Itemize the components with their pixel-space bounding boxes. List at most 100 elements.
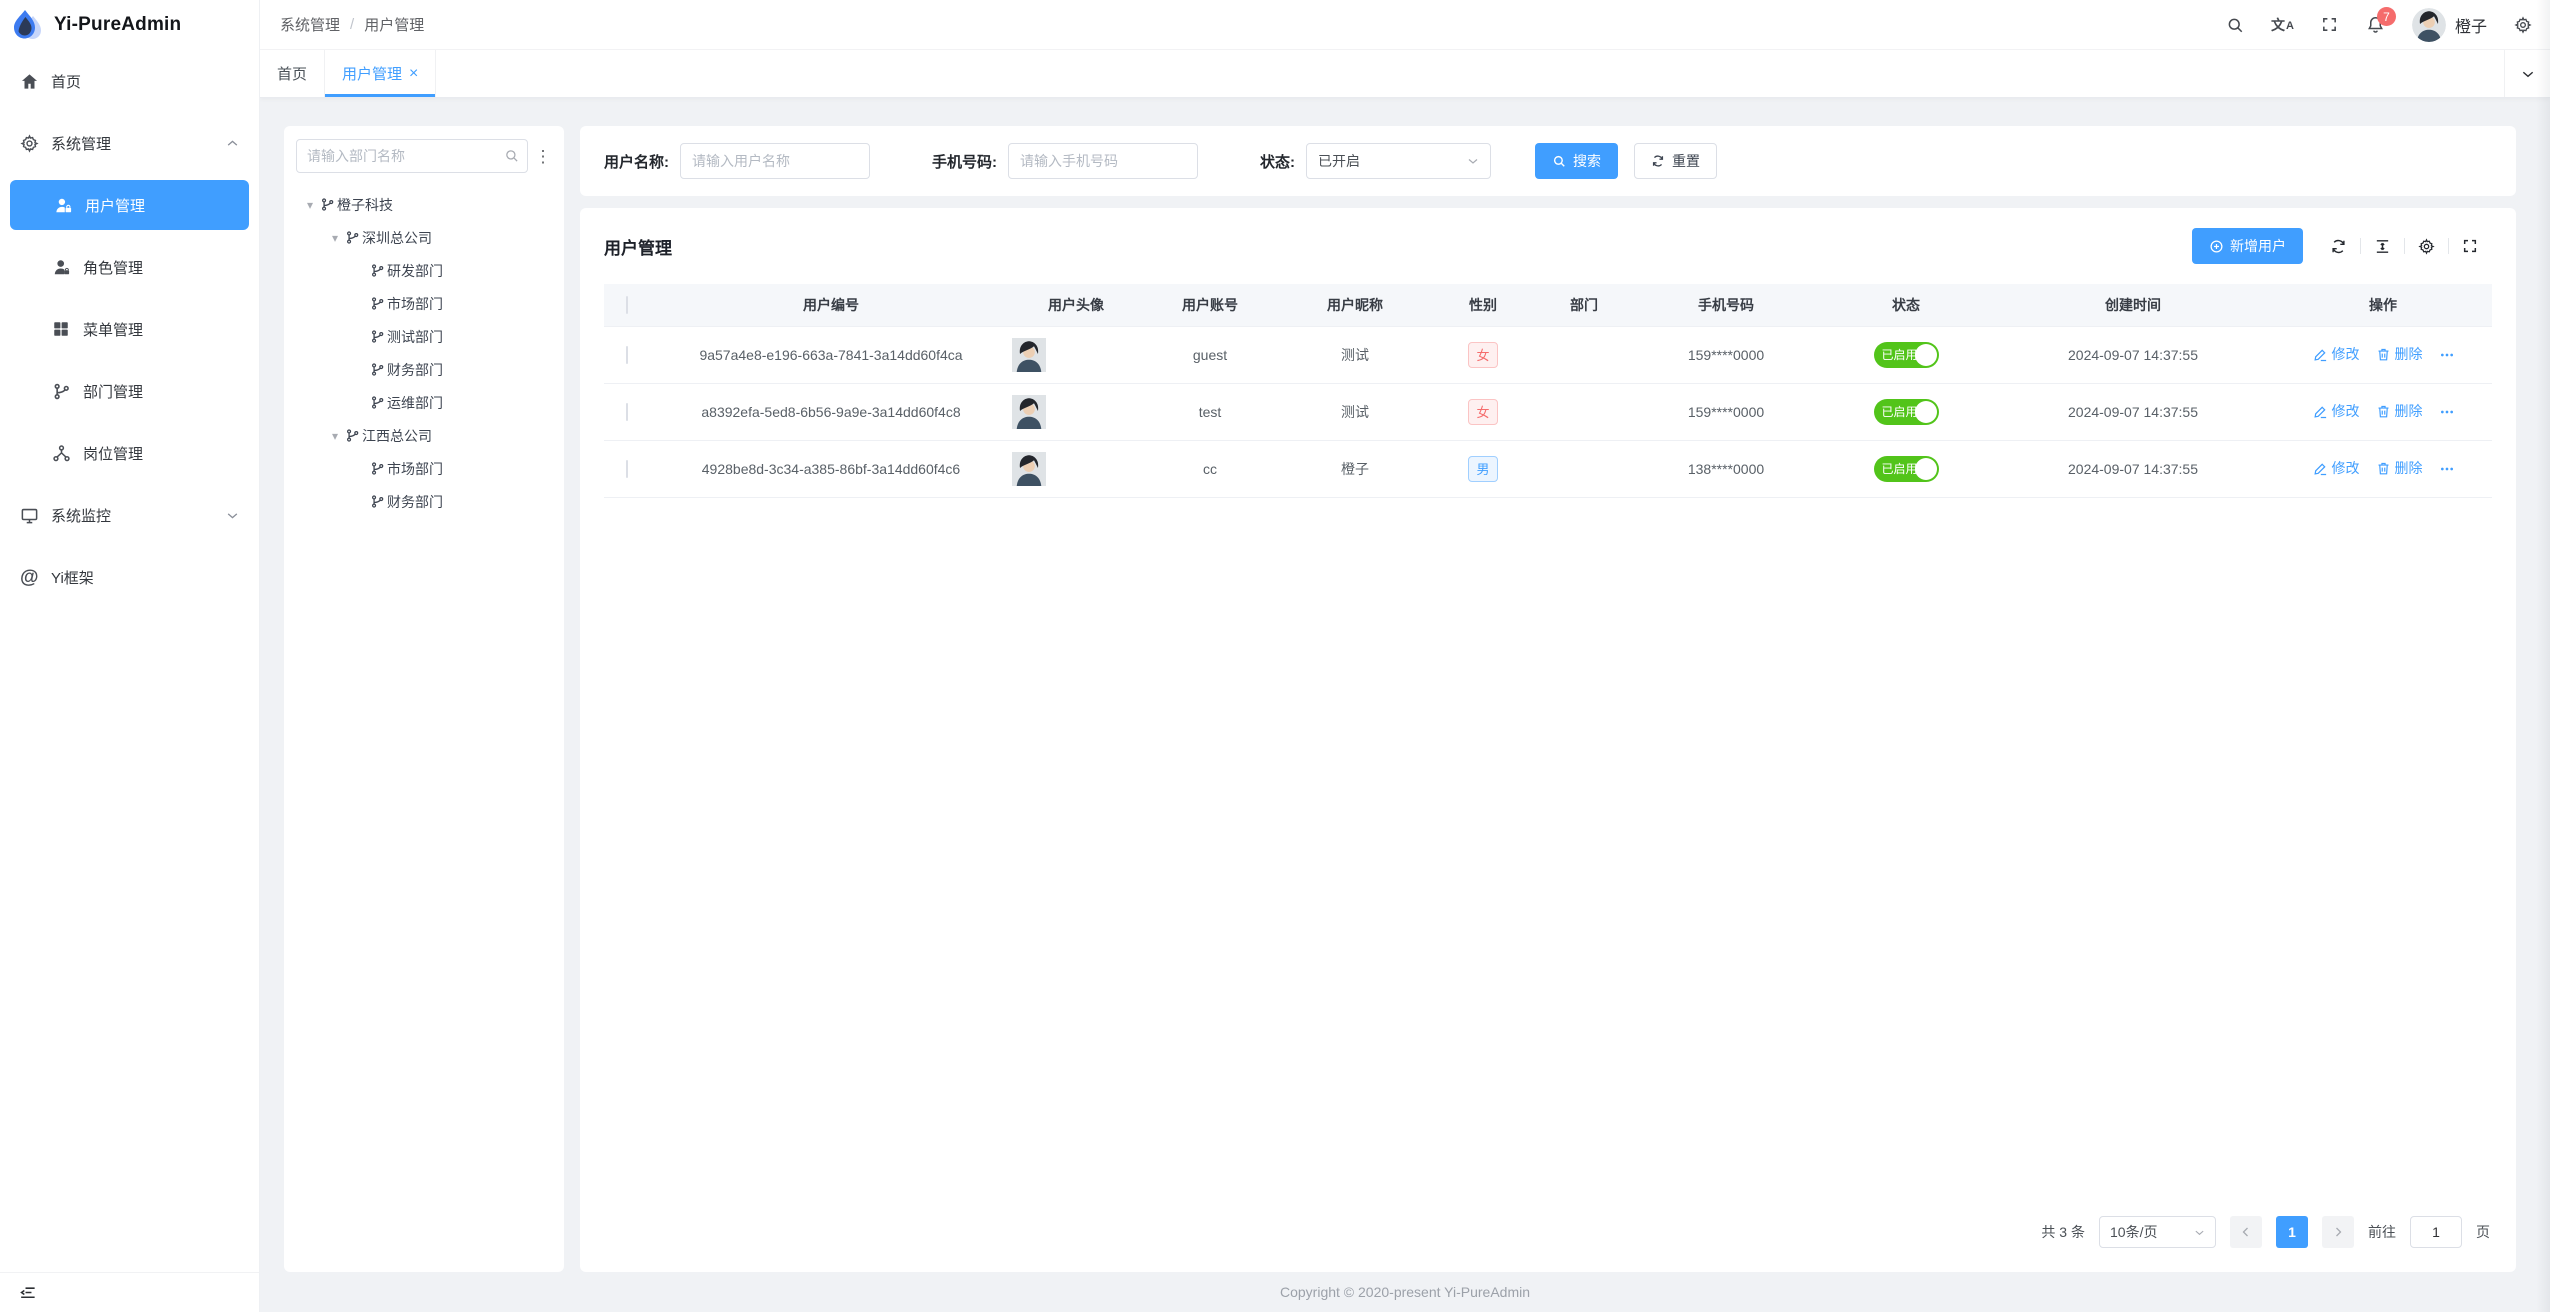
settings-gear-icon[interactable]: [2514, 16, 2532, 34]
delete-button[interactable]: 删除: [2376, 458, 2423, 478]
username-filter-label: 用户名称:: [604, 151, 669, 172]
edit-icon: [2313, 461, 2328, 476]
edit-button[interactable]: 修改: [2313, 344, 2360, 364]
department-tree: ▾橙子科技▾深圳总公司研发部门市场部门测试部门财务部门运维部门▾江西总公司市场部…: [296, 188, 552, 518]
cell-actions: 修改删除: [2274, 383, 2492, 440]
status-toggle[interactable]: 已启用: [1874, 342, 1939, 368]
sidebar-item-yi-framework[interactable]: @ Yi框架: [0, 546, 259, 608]
tree-node[interactable]: 财务部门: [296, 353, 552, 386]
caret-down-icon[interactable]: ▾: [300, 198, 320, 212]
tree-node[interactable]: 测试部门: [296, 320, 552, 353]
next-page-button[interactable]: [2322, 1216, 2354, 1248]
edit-button[interactable]: 修改: [2313, 458, 2360, 478]
caret-down-icon[interactable]: ▾: [325, 429, 345, 443]
translate-icon[interactable]: 文A: [2271, 18, 2294, 32]
prev-page-button[interactable]: [2230, 1216, 2262, 1248]
status-filter-select[interactable]: 已开启: [1306, 143, 1491, 179]
cell-phone: 159****0000: [1632, 326, 1820, 383]
logo-row[interactable]: Yi-PureAdmin: [0, 0, 259, 50]
sidebar-item-system[interactable]: 系统管理: [0, 112, 259, 174]
row-checkbox[interactable]: [626, 346, 628, 364]
tree-node[interactable]: 市场部门: [296, 287, 552, 320]
column-header-selection: [604, 284, 650, 326]
sidebar-item-role-mgmt[interactable]: 角色管理: [0, 236, 259, 298]
sidebar-item-monitor[interactable]: 系统监控: [0, 484, 259, 546]
fullscreen-icon[interactable]: [2321, 16, 2339, 34]
status-toggle[interactable]: 已启用: [1874, 399, 1939, 425]
tree-node[interactable]: 运维部门: [296, 386, 552, 419]
cell-account: cc: [1140, 440, 1280, 497]
cell-status: 已启用: [1820, 440, 1992, 497]
tree-node[interactable]: ▾江西总公司: [296, 419, 552, 452]
tree-node[interactable]: 市场部门: [296, 452, 552, 485]
select-all-checkbox[interactable]: [626, 296, 628, 314]
sidebar-item-menu-mgmt[interactable]: 菜单管理: [0, 298, 259, 360]
tree-node[interactable]: 研发部门: [296, 254, 552, 287]
status-toggle[interactable]: 已启用: [1874, 456, 1939, 482]
branch-icon: [320, 197, 335, 212]
branch-icon: [370, 494, 385, 509]
more-actions-button[interactable]: [2439, 461, 2454, 476]
sidebar-item-user-mgmt[interactable]: 用户管理: [10, 180, 249, 230]
goto-page-input[interactable]: [2410, 1216, 2462, 1248]
trash-icon: [2376, 461, 2391, 476]
tree-node[interactable]: 财务部门: [296, 485, 552, 518]
row-checkbox[interactable]: [626, 403, 628, 421]
page-size-select[interactable]: 10条/页: [2099, 1216, 2216, 1248]
tree-node[interactable]: ▾深圳总公司: [296, 221, 552, 254]
tab-label: 首页: [277, 63, 307, 84]
ellipsis-icon: [2439, 404, 2454, 419]
kebab-menu-icon[interactable]: ⋮: [534, 148, 552, 165]
more-actions-button[interactable]: [2439, 347, 2454, 362]
fullscreen-icon[interactable]: [2462, 238, 2479, 255]
cell-dept: [1536, 383, 1632, 440]
add-user-button[interactable]: 新增用户: [2192, 228, 2303, 264]
tab-home[interactable]: 首页: [260, 50, 325, 97]
breadcrumb: 系统管理 / 用户管理: [280, 14, 424, 35]
breadcrumb-item[interactable]: 系统管理: [280, 14, 340, 35]
dept-search-input[interactable]: [296, 139, 528, 173]
topbar: 系统管理 / 用户管理 文A 7 橙子: [260, 0, 2550, 50]
notification-badge: 7: [2377, 7, 2396, 26]
reset-button[interactable]: 重置: [1634, 143, 1717, 179]
caret-down-icon[interactable]: ▾: [325, 231, 345, 245]
settings-icon[interactable]: [2418, 238, 2435, 255]
edit-icon: [2313, 404, 2328, 419]
cell-avatar: [1012, 440, 1140, 497]
column-header-created: 创建时间: [1992, 284, 2274, 326]
phone-filter-input[interactable]: [1008, 143, 1198, 179]
goto-label: 前往: [2368, 1222, 2396, 1242]
delete-button[interactable]: 删除: [2376, 401, 2423, 421]
more-actions-button[interactable]: [2439, 404, 2454, 419]
refresh-icon[interactable]: [2330, 238, 2347, 255]
breadcrumb-item: 用户管理: [364, 14, 424, 35]
notifications-button[interactable]: 7: [2366, 15, 2385, 34]
collapse-sidebar-icon[interactable]: [18, 1283, 37, 1302]
main-content: ⋮ ▾橙子科技▾深圳总公司研发部门市场部门测试部门财务部门运维部门▾江西总公司市…: [260, 98, 2550, 1272]
user-table-card: 用户管理 新增用户: [580, 208, 2516, 1272]
cell-selection: [604, 326, 650, 383]
tree-node[interactable]: ▾橙子科技: [296, 188, 552, 221]
user-menu[interactable]: 橙子: [2412, 8, 2487, 42]
column-header-id: 用户编号: [650, 284, 1012, 326]
tab-options-button[interactable]: [2504, 50, 2550, 97]
close-icon[interactable]: ×: [409, 66, 418, 82]
edit-button[interactable]: 修改: [2313, 401, 2360, 421]
cell-created: 2024-09-07 14:37:55: [1992, 440, 2274, 497]
tree-node-label: 市场部门: [387, 294, 443, 314]
cell-id: a8392efa-5ed8-6b56-9a9e-3a14dd60f4c8: [650, 383, 1012, 440]
tab-user-mgmt[interactable]: 用户管理 ×: [325, 50, 436, 97]
cell-phone: 138****0000: [1632, 440, 1820, 497]
search-icon[interactable]: [2226, 16, 2244, 34]
sidebar-item-post-mgmt[interactable]: 岗位管理: [0, 422, 259, 484]
username-filter-input[interactable]: [680, 143, 870, 179]
gender-tag: 男: [1468, 456, 1498, 482]
row-checkbox[interactable]: [626, 460, 628, 478]
page-number-button[interactable]: 1: [2276, 1216, 2308, 1248]
density-icon[interactable]: [2374, 238, 2391, 255]
delete-button[interactable]: 删除: [2376, 344, 2423, 364]
column-header-gender: 性别: [1430, 284, 1536, 326]
sidebar-item-dept-mgmt[interactable]: 部门管理: [0, 360, 259, 422]
sidebar-item-home[interactable]: 首页: [0, 50, 259, 112]
search-button[interactable]: 搜索: [1535, 143, 1618, 179]
